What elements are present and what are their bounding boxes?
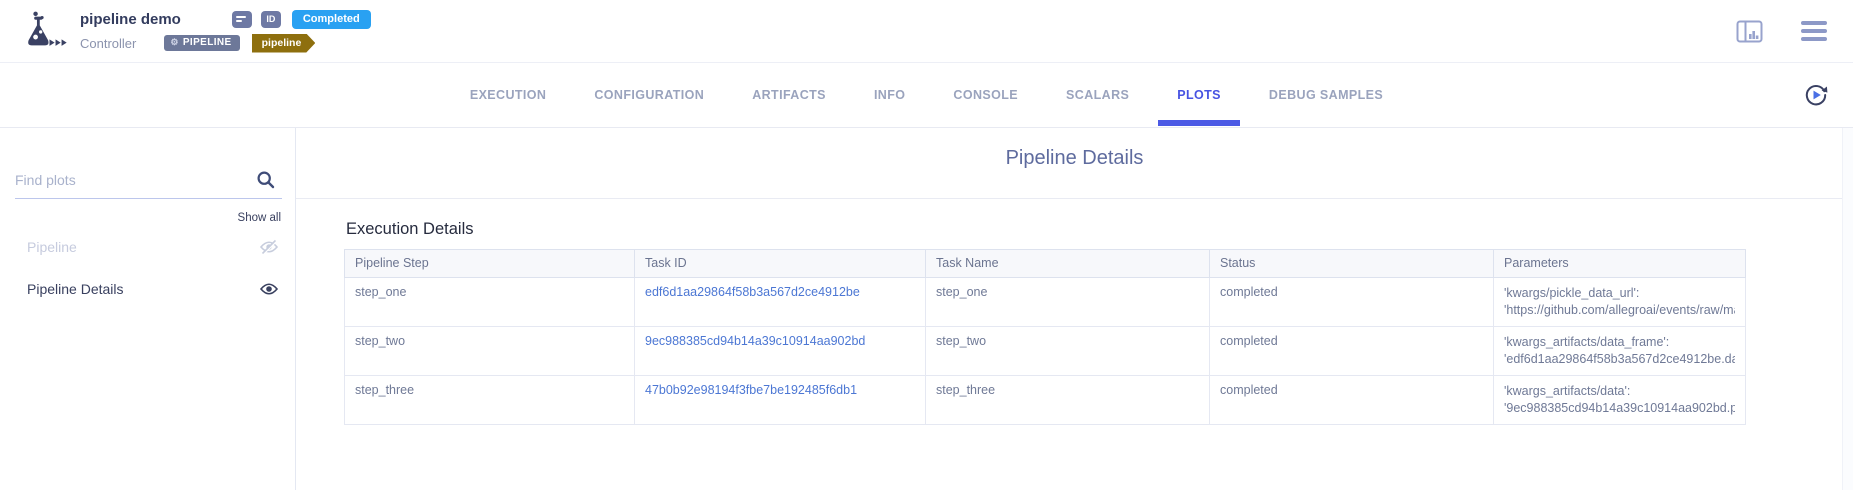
- pipeline-name-tag: pipeline: [252, 34, 316, 53]
- eye-icon[interactable]: [259, 281, 279, 297]
- cell-status: completed: [1210, 278, 1494, 327]
- tab-console[interactable]: CONSOLE: [929, 63, 1042, 127]
- col-header-status: Status: [1210, 250, 1494, 278]
- cell-pipeline-step: step_two: [345, 327, 635, 376]
- sidebar-item-pipeline[interactable]: Pipeline: [0, 227, 295, 266]
- top-header: pipeline demo ID Completed Controller ⚙ …: [0, 0, 1853, 63]
- details-panel-icon-bar: [236, 20, 242, 22]
- plots-sidebar: Show all Pipeline Pipeline Details: [0, 128, 296, 490]
- pipeline-type-tag: ⚙ PIPELINE: [164, 35, 239, 51]
- tab-debug-samples[interactable]: DEBUG SAMPLES: [1245, 63, 1407, 127]
- cell-task-name: step_two: [926, 327, 1210, 376]
- tab-info[interactable]: INFO: [850, 63, 929, 127]
- table-header-row: Pipeline Step Task ID Task Name Status P…: [345, 250, 1746, 278]
- cell-task-name: step_three: [926, 376, 1210, 425]
- gear-icon: ⚙: [170, 38, 178, 47]
- experiment-title-block: pipeline demo ID Completed Controller ⚙ …: [80, 10, 371, 53]
- flask-logo-icon: [17, 8, 69, 54]
- plot-title-divider: [296, 198, 1853, 199]
- cell-status: completed: [1210, 376, 1494, 425]
- table-row: step_one edf6d1aa29864f58b3a567d2ce4912b…: [345, 278, 1746, 327]
- parameters-key: 'kwargs/pickle_data_url':: [1504, 285, 1735, 302]
- plot-title: Pipeline Details: [296, 147, 1853, 170]
- cell-status: completed: [1210, 327, 1494, 376]
- tab-scalars[interactable]: SCALARS: [1042, 63, 1153, 127]
- cell-task-id-link[interactable]: edf6d1aa29864f58b3a567d2ce4912be: [635, 278, 926, 327]
- status-badge: Completed: [292, 10, 371, 29]
- col-header-pipeline-step: Pipeline Step: [345, 250, 635, 278]
- cell-task-name: step_one: [926, 278, 1210, 327]
- tab-configuration[interactable]: CONFIGURATION: [570, 63, 728, 127]
- search-input[interactable]: [15, 172, 245, 188]
- cell-parameters: 'kwargs_artifacts/data_frame': 'edf6d1aa…: [1494, 327, 1746, 376]
- hamburger-bar: [1801, 21, 1827, 25]
- col-header-parameters: Parameters: [1494, 250, 1746, 278]
- parameters-value: 'edf6d1aa29864f58b3a567d2ce4912be.data_f…: [1504, 351, 1735, 368]
- copy-id-icon[interactable]: ID: [261, 11, 281, 28]
- sidebar-item-label: Pipeline Details: [27, 281, 124, 297]
- content-area: Show all Pipeline Pipeline Details: [0, 128, 1853, 490]
- eye-off-icon[interactable]: [259, 239, 279, 255]
- auto-refresh-icon[interactable]: [1802, 81, 1830, 109]
- col-header-task-id: Task ID: [635, 250, 926, 278]
- details-panel-icon-bar: [236, 16, 246, 18]
- hamburger-bar: [1801, 29, 1827, 33]
- cell-parameters: 'kwargs_artifacts/data': '9ec988385cd94b…: [1494, 376, 1746, 425]
- tab-artifacts[interactable]: ARTIFACTS: [728, 63, 850, 127]
- plot-search: [15, 172, 282, 199]
- search-icon: [256, 170, 276, 195]
- cell-pipeline-step: step_three: [345, 376, 635, 425]
- plot-main-area: Pipeline Details Execution Details Pipel…: [296, 128, 1853, 490]
- parameters-value: 'https://github.com/allegroai/events/raw…: [1504, 302, 1735, 319]
- sidebar-item-pipeline-details[interactable]: Pipeline Details: [0, 269, 295, 308]
- experiment-title: pipeline demo: [80, 11, 181, 28]
- tab-execution[interactable]: EXECUTION: [446, 63, 571, 127]
- tab-plots[interactable]: PLOTS: [1153, 63, 1245, 127]
- cell-task-id-link[interactable]: 9ec988385cd94b14a39c10914aa902bd: [635, 327, 926, 376]
- sidebar-item-label: Pipeline: [27, 239, 77, 255]
- toggle-details-panel-icon[interactable]: [1736, 20, 1763, 43]
- parameters-key: 'kwargs_artifacts/data_frame':: [1504, 334, 1735, 351]
- menu-hamburger-icon[interactable]: [1801, 21, 1827, 41]
- table-row: step_three 47b0b92e98194f3fbe7be192485f6…: [345, 376, 1746, 425]
- show-all-link[interactable]: Show all: [0, 212, 281, 224]
- pipeline-type-tag-label: PIPELINE: [183, 37, 232, 48]
- details-panel-icon[interactable]: [232, 11, 252, 28]
- parameters-key: 'kwargs_artifacts/data':: [1504, 383, 1735, 400]
- table-row: step_two 9ec988385cd94b14a39c10914aa902b…: [345, 327, 1746, 376]
- cell-pipeline-step: step_one: [345, 278, 635, 327]
- cell-parameters: 'kwargs/pickle_data_url': 'https://githu…: [1494, 278, 1746, 327]
- tab-bar: EXECUTION CONFIGURATION ARTIFACTS INFO C…: [0, 63, 1853, 128]
- cell-task-id-link[interactable]: 47b0b92e98194f3fbe7be192485f6db1: [635, 376, 926, 425]
- clearml-logo: [12, 8, 74, 54]
- col-header-task-name: Task Name: [926, 250, 1210, 278]
- hamburger-bar: [1801, 37, 1827, 41]
- scrollbar[interactable]: [1842, 128, 1853, 490]
- execution-details-title: Execution Details: [346, 220, 1853, 239]
- app-window: pipeline demo ID Completed Controller ⚙ …: [0, 0, 1853, 490]
- parameters-value: '9ec988385cd94b14a39c10914aa902bd.proces…: [1504, 400, 1735, 417]
- execution-details-table: Pipeline Step Task ID Task Name Status P…: [344, 249, 1746, 425]
- breadcrumb: Controller: [80, 36, 136, 51]
